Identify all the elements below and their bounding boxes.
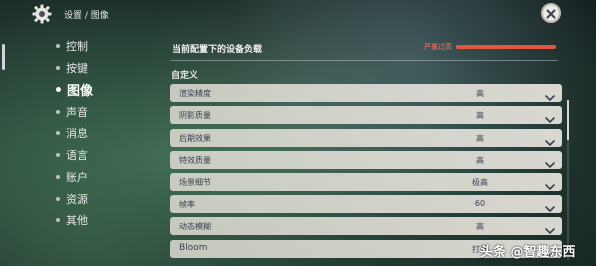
sidebar-item-label: 其他: [66, 214, 88, 227]
setting-row-frame-rate[interactable]: 帧率 60: [170, 195, 562, 213]
bullet-icon: [56, 66, 60, 70]
bullet-icon: [56, 218, 60, 222]
bullet-icon: [56, 110, 60, 114]
sidebar-item-label: 声音: [66, 106, 88, 119]
sidebar-item-account[interactable]: 账户: [56, 167, 146, 187]
sidebar-item-keys[interactable]: 按键: [56, 58, 146, 78]
chevron-down-icon: [544, 110, 556, 124]
device-load-bar: [456, 45, 556, 49]
bullet-icon: [56, 131, 60, 135]
device-load-status: 严重过高: [424, 43, 452, 51]
setting-row-scene-detail[interactable]: 场景细节 极高: [170, 173, 562, 191]
breadcrumb: 设置 / 图像: [64, 11, 109, 21]
sidebar-item-graphics[interactable]: 图像: [56, 79, 146, 99]
device-load-title: 当前配置下的设备负载: [172, 45, 263, 55]
setting-row-effects-quality[interactable]: 特效质量 高: [170, 151, 562, 169]
bullet-icon: [56, 197, 60, 201]
setting-name: 特效质量: [179, 156, 211, 165]
sidebar-item-other[interactable]: 其他: [56, 210, 146, 230]
sidebar-item-label: 按键: [66, 62, 88, 75]
custom-section-title: 自定义: [171, 71, 199, 81]
divider: [170, 60, 558, 61]
setting-name: 渲染精度: [179, 89, 211, 98]
sidebar-item-label: 语言: [66, 149, 88, 162]
setting-row-post-processing[interactable]: 后期效果 高: [170, 129, 562, 147]
bullet-icon: [56, 175, 60, 179]
bullet-icon: [56, 44, 60, 48]
setting-value: 高: [476, 89, 484, 98]
sidebar-item-controls[interactable]: 控制: [56, 36, 146, 56]
setting-name: 后期效果: [179, 134, 211, 143]
setting-name: 动态模糊: [179, 222, 211, 231]
chevron-down-icon: [544, 177, 556, 191]
chevron-down-icon: [544, 88, 556, 102]
sidebar-item-language[interactable]: 语言: [56, 145, 146, 165]
sidebar-item-audio[interactable]: 声音: [56, 102, 146, 122]
setting-value: 极高: [472, 178, 488, 187]
chevron-down-icon: [544, 199, 556, 213]
setting-value: 高: [476, 156, 484, 165]
sidebar-item-label: 消息: [66, 127, 88, 140]
bullet-icon: [56, 86, 61, 92]
chevron-down-icon: [544, 133, 556, 147]
setting-row-shadow-quality[interactable]: 阴影质量 高: [170, 106, 562, 124]
device-load-panel: 当前配置下的设备负载 严重过高: [166, 36, 562, 58]
setting-value: 高: [476, 134, 484, 143]
setting-name: 场景细节: [179, 178, 211, 187]
sidebar-item-label: 账户: [66, 171, 88, 184]
setting-row-motion-blur[interactable]: 动态模糊 高: [170, 217, 562, 235]
setting-value: 高: [476, 222, 484, 231]
gear-icon: [32, 4, 52, 24]
scrollbar-thumb[interactable]: [567, 100, 569, 140]
sidebar-item-label: 图像: [67, 83, 94, 99]
sidebar-item-label: 控制: [66, 40, 88, 53]
setting-value: 60: [474, 199, 486, 208]
setting-name: 帧率: [179, 200, 195, 209]
chevron-down-icon: [544, 155, 556, 169]
left-edge-indicator: [2, 44, 5, 70]
watermark: 头条 @智趣东西: [480, 245, 576, 260]
close-button[interactable]: [541, 3, 561, 23]
close-icon: [546, 4, 556, 23]
setting-value: 高: [476, 111, 484, 120]
chevron-down-icon: [544, 221, 556, 235]
setting-name: Bloom: [179, 243, 208, 253]
sidebar-item-resources[interactable]: 资源: [56, 189, 146, 209]
sidebar-item-messages[interactable]: 消息: [56, 123, 146, 143]
setting-row-render-resolution[interactable]: 渲染精度 高: [170, 84, 562, 102]
header: 设置 / 图像: [0, 0, 596, 26]
setting-name: 阴影质量: [179, 111, 211, 120]
bullet-icon: [56, 153, 60, 157]
sidebar-item-label: 资源: [66, 193, 88, 206]
